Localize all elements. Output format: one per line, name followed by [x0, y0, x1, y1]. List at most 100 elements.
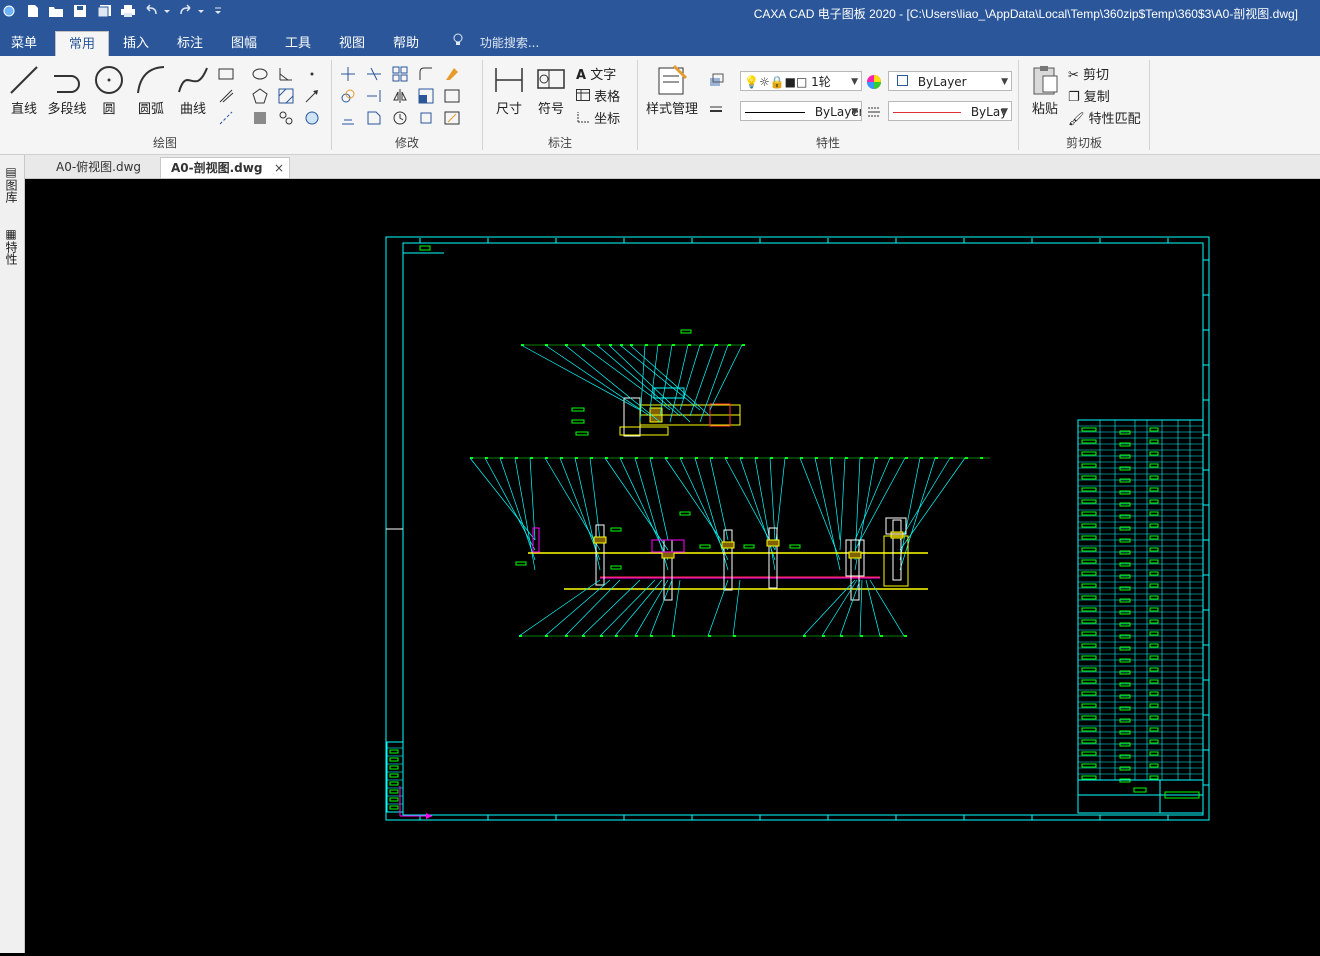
match-properties-button[interactable]: 🖌 特性匹配 [1068, 108, 1141, 127]
text-button[interactable]: A 文字 [576, 64, 616, 83]
parts-list-entry [1081, 679, 1097, 684]
circle-button[interactable]: 圆 [92, 60, 126, 117]
paste-button[interactable]: 粘贴 [1026, 60, 1064, 117]
rotate-icon[interactable] [392, 110, 408, 126]
curve-label: 曲线 [179, 102, 206, 117]
close-icon[interactable]: × [274, 158, 284, 179]
leader-line [709, 344, 743, 411]
parts-list-entry [1149, 427, 1159, 432]
tab-menu[interactable]: 菜单 [2, 31, 46, 56]
post-fitting [766, 539, 780, 547]
post [595, 524, 605, 586]
frame-label [419, 245, 431, 251]
leader-line [484, 457, 536, 551]
erase-icon[interactable] [444, 66, 460, 82]
coordinate-button[interactable]: 坐标 [576, 108, 620, 127]
copy-button[interactable]: ❐ 复制 [1068, 86, 1110, 105]
spline-icon[interactable] [278, 110, 294, 126]
function-search[interactable]: 功能搜索... [452, 33, 539, 53]
offset-icon[interactable] [340, 110, 356, 126]
annotation-mark [610, 565, 622, 570]
table-button[interactable]: 表格 [576, 86, 620, 105]
region-icon[interactable] [252, 110, 268, 126]
leader-line [899, 457, 951, 541]
drawing-canvas[interactable] [25, 179, 1320, 953]
doc-tab-top-view[interactable]: A0-俯视图.dwg [46, 157, 158, 178]
point-icon[interactable] [304, 66, 320, 82]
new-file-icon[interactable] [24, 2, 42, 20]
undo-icon[interactable] [143, 2, 173, 20]
edit-icon[interactable] [444, 110, 460, 126]
rectangle-icon[interactable] [218, 66, 234, 82]
wave-icon[interactable] [304, 110, 320, 126]
tab-tools[interactable]: 工具 [276, 31, 320, 56]
dimension-button[interactable]: 尺寸 [490, 60, 528, 117]
layer-manager-icon[interactable] [708, 72, 724, 88]
parts-list-entry [1119, 706, 1131, 711]
save-all-icon[interactable] [95, 2, 113, 20]
curve-button[interactable]: 曲线 [174, 60, 212, 117]
linetype-combo[interactable]: ByLayer ▼ [740, 101, 862, 121]
color-combo[interactable]: ByLayer ▼ [888, 71, 1012, 91]
parts-list-entry [1119, 574, 1131, 579]
layer-combo[interactable]: 💡☼🔒■□ 1轮 ▼ [740, 71, 862, 91]
fillet-icon[interactable] [418, 66, 434, 82]
leader-line [699, 344, 729, 423]
tab-annotate[interactable]: 标注 [168, 31, 212, 56]
tab-insert[interactable]: 插入 [114, 31, 158, 56]
tab-help[interactable]: 帮助 [384, 31, 428, 56]
tab-common[interactable]: 常用 [55, 31, 109, 57]
symbol-button[interactable]: 符号 [533, 60, 569, 117]
app-logo-icon[interactable] [2, 2, 16, 20]
line-button[interactable]: 直线 [6, 60, 42, 117]
doc-tab-section-view[interactable]: A0-剖视图.dwg × [160, 157, 290, 178]
save-icon[interactable] [71, 2, 89, 20]
side-tab-library[interactable]: ▤图库 [3, 165, 20, 203]
arc-button[interactable]: 圆弧 [132, 60, 170, 117]
parts-list-entry [1119, 718, 1131, 723]
trim-icon[interactable] [366, 66, 382, 82]
customize-toolbar-icon[interactable] [211, 2, 225, 20]
lineweight-combo[interactable]: ByLay ▼ [888, 101, 1012, 121]
tab-view[interactable]: 视图 [330, 31, 374, 56]
print-icon[interactable] [119, 2, 137, 20]
centerline-icon[interactable] [218, 110, 234, 126]
lineweight-icon[interactable] [708, 102, 724, 118]
parts-list-entry [1149, 691, 1159, 696]
explode-icon[interactable] [418, 110, 434, 126]
color-wheel-icon[interactable] [866, 74, 882, 90]
break-icon[interactable] [366, 110, 382, 126]
hatch-icon[interactable] [278, 88, 294, 104]
linetype-scale-icon[interactable] [866, 104, 882, 120]
scale-icon[interactable] [418, 88, 434, 104]
parts-list-entry [1081, 607, 1097, 612]
polygon-icon[interactable] [252, 88, 268, 104]
move-icon[interactable] [340, 66, 356, 82]
parts-list-entry [1119, 490, 1131, 495]
properties-group-label: 特性 [815, 136, 840, 150]
parallel-line-icon[interactable] [218, 88, 234, 104]
tab-sheet[interactable]: 图幅 [222, 31, 266, 56]
side-tab-properties[interactable]: ▦特性 [3, 227, 20, 265]
mirror-icon[interactable] [392, 88, 408, 104]
revision-entry [389, 805, 399, 810]
parts-list-entry [1081, 511, 1097, 516]
copy-object-icon[interactable] [340, 88, 356, 104]
array-icon[interactable] [392, 66, 408, 82]
redo-icon[interactable] [177, 2, 207, 20]
cut-button[interactable]: ✂ 剪切 [1068, 64, 1109, 83]
ellipse-icon[interactable] [252, 66, 268, 82]
stretch-icon[interactable] [444, 88, 460, 104]
parts-list-entry [1081, 715, 1097, 720]
cad-drawing[interactable] [25, 179, 1320, 953]
arrow-icon[interactable] [304, 88, 320, 104]
style-manager-button[interactable]: 样式管理 [644, 60, 700, 117]
extend-icon[interactable] [366, 88, 382, 104]
parts-list-entry [1149, 751, 1159, 756]
parts-list-entry [1149, 667, 1159, 672]
open-folder-icon[interactable] [47, 2, 65, 20]
post-fitting [848, 551, 862, 559]
coordinate-label: 坐标 [594, 112, 621, 127]
angle-icon[interactable] [278, 66, 294, 82]
polyline-button[interactable]: 多段线 [46, 60, 88, 117]
